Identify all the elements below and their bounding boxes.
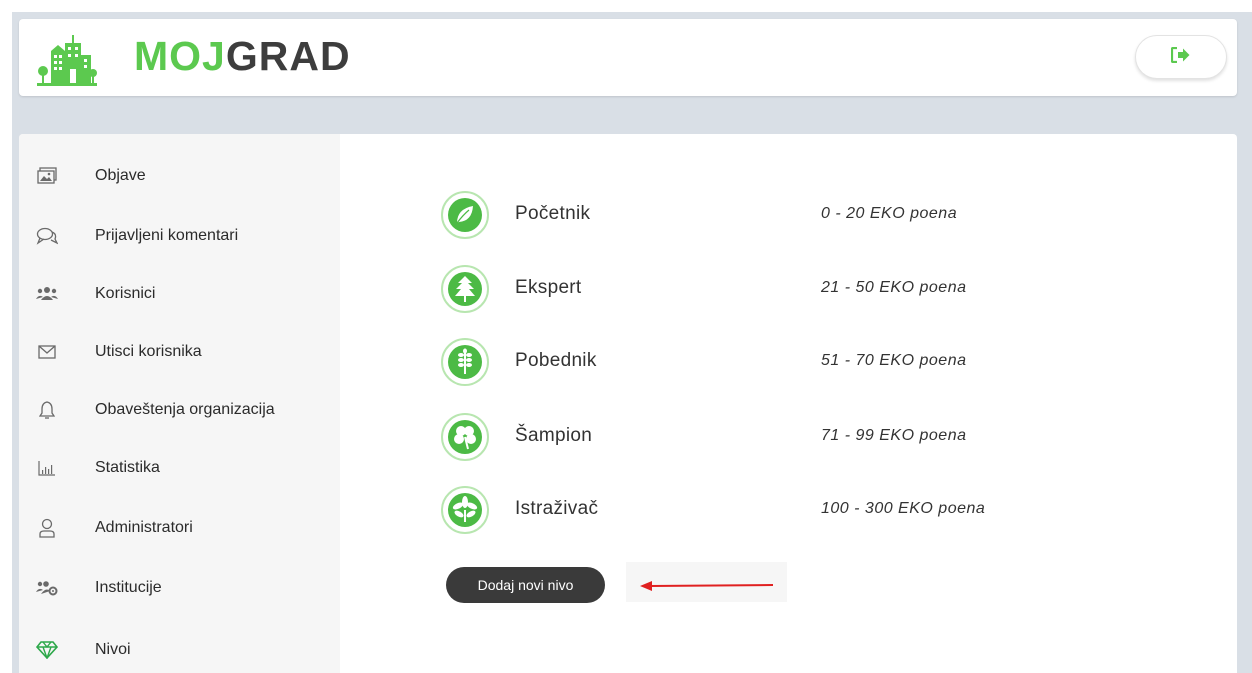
level-range: 100 - 300 EKO poena (821, 500, 986, 517)
sidebar-item-label: Utisci korisnika (95, 343, 202, 360)
level-row: Šampion 71 - 99 EKO poena (441, 413, 1141, 463)
users-gear-icon (36, 577, 58, 599)
envelope-icon (36, 341, 58, 363)
sidebar-item-label: Objave (95, 167, 146, 184)
add-level-button[interactable]: Dodaj novi nivo (446, 567, 605, 603)
sidebar-item-obavestenja-organizacija[interactable]: Obaveštenja organizacija (19, 390, 340, 430)
diamond-icon (36, 639, 58, 661)
content-panel: Objave Prijavljeni komentari Korisnici U… (19, 134, 1237, 673)
user-icon (36, 517, 58, 539)
level-name: Istraživač (515, 498, 599, 519)
level-range: 21 - 50 EKO poena (821, 279, 967, 296)
annotation-arrow (626, 562, 787, 602)
sidebar-item-objave[interactable]: Objave (19, 156, 340, 196)
level-row: Pobednik 51 - 70 EKO poena (441, 338, 1141, 388)
image-icon (36, 165, 58, 187)
level-row: Početnik 0 - 20 EKO poena (441, 191, 1141, 241)
top-header: MOJGRAD (19, 19, 1237, 96)
logo-part-moj: MOJ (134, 33, 226, 79)
level-name: Šampion (515, 425, 593, 446)
sidebar-item-label: Korisnici (95, 285, 156, 302)
wheat-icon (441, 338, 489, 386)
sidebar-item-prijavljeni-komentari[interactable]: Prijavljeni komentari (19, 216, 340, 256)
sidebar-item-label: Prijavljeni komentari (95, 227, 239, 244)
sidebar-item-label: Obaveštenja organizacija (95, 401, 275, 418)
sidebar-item-utisci-korisnika[interactable]: Utisci korisnika (19, 332, 340, 372)
app-logo-text: MOJGRAD (134, 33, 351, 80)
level-name: Ekspert (515, 277, 582, 298)
level-row: Istraživač 100 - 300 EKO poena (441, 486, 1141, 536)
comments-icon (36, 225, 58, 247)
sidebar-item-label: Administratori (95, 519, 193, 536)
level-row: Ekspert 21 - 50 EKO poena (441, 265, 1141, 315)
sidebar-item-label: Institucije (95, 579, 162, 596)
level-name: Pobednik (515, 350, 597, 371)
sidebar-item-statistika[interactable]: Statistika (19, 448, 340, 488)
users-icon (36, 283, 58, 305)
level-range: 0 - 20 EKO poena (821, 205, 958, 222)
chestnut-leaf-icon (441, 486, 489, 534)
bar-chart-icon (36, 457, 58, 479)
sidebar-item-korisnici[interactable]: Korisnici (19, 274, 340, 314)
logo-part-grad: GRAD (225, 33, 351, 79)
sidebar-item-label: Statistika (95, 459, 160, 476)
sidebar-item-institucije[interactable]: Institucije (19, 568, 340, 608)
sign-out-icon (1170, 46, 1191, 68)
sidebar-item-administratori[interactable]: Administratori (19, 508, 340, 548)
leaf-icon (441, 191, 489, 239)
fern-leaf-icon (441, 265, 489, 313)
logout-button[interactable] (1135, 35, 1227, 79)
sidebar-item-label: Nivoi (95, 641, 131, 658)
bell-icon (36, 399, 58, 421)
sidebar: Objave Prijavljeni komentari Korisnici U… (19, 134, 340, 673)
city-logo-icon (29, 29, 103, 89)
clover-icon (441, 413, 489, 461)
sidebar-item-nivoi[interactable]: Nivoi (19, 630, 340, 670)
level-range: 51 - 70 EKO poena (821, 352, 967, 369)
level-name: Početnik (515, 203, 591, 224)
level-range: 71 - 99 EKO poena (821, 427, 967, 444)
